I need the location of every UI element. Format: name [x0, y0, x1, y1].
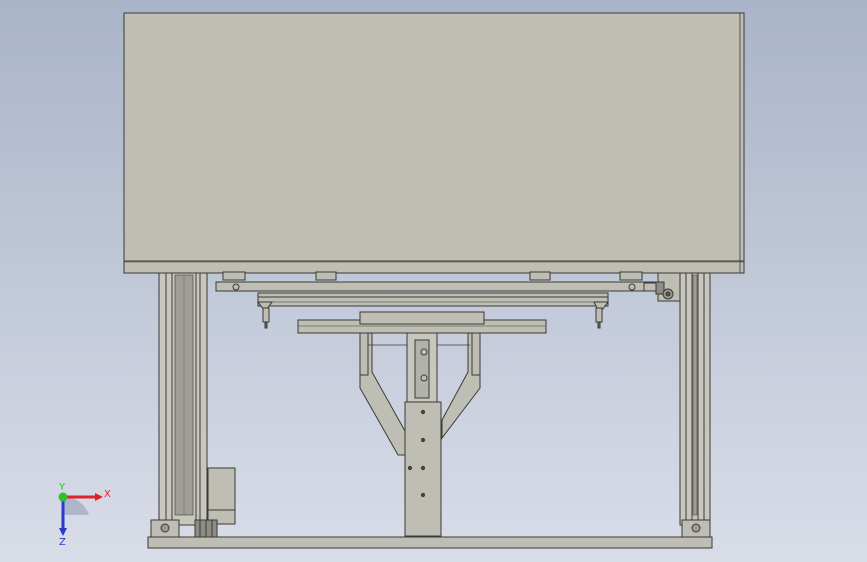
x-axis-label: X: [104, 489, 111, 500]
top-cabinet-bottom-rail: [123, 260, 745, 274]
right-foot-block: [681, 519, 711, 538]
left-column: [158, 272, 208, 526]
right-column: [679, 272, 711, 526]
axis-triad: X Y Z: [58, 482, 111, 548]
base-plate: [147, 536, 713, 549]
suction-nozzle-right: [595, 307, 603, 329]
lower-gantry-beam: [257, 292, 609, 311]
work-table: [297, 311, 547, 334]
z-axis-label: Z: [59, 537, 66, 548]
motor-block-right: [655, 272, 681, 302]
y-axis-origin-icon: [58, 492, 68, 502]
cad-viewport[interactable]: [0, 0, 867, 562]
y-axis-label: Y: [58, 482, 66, 493]
lift-column-plate: [404, 401, 442, 537]
suction-nozzle-left: [262, 307, 270, 329]
upper-gantry-beam: [215, 271, 659, 292]
top-cabinet-panel: [123, 12, 745, 262]
vertical-lift-cylinder: [406, 332, 438, 404]
left-foot-block: [150, 519, 180, 538]
